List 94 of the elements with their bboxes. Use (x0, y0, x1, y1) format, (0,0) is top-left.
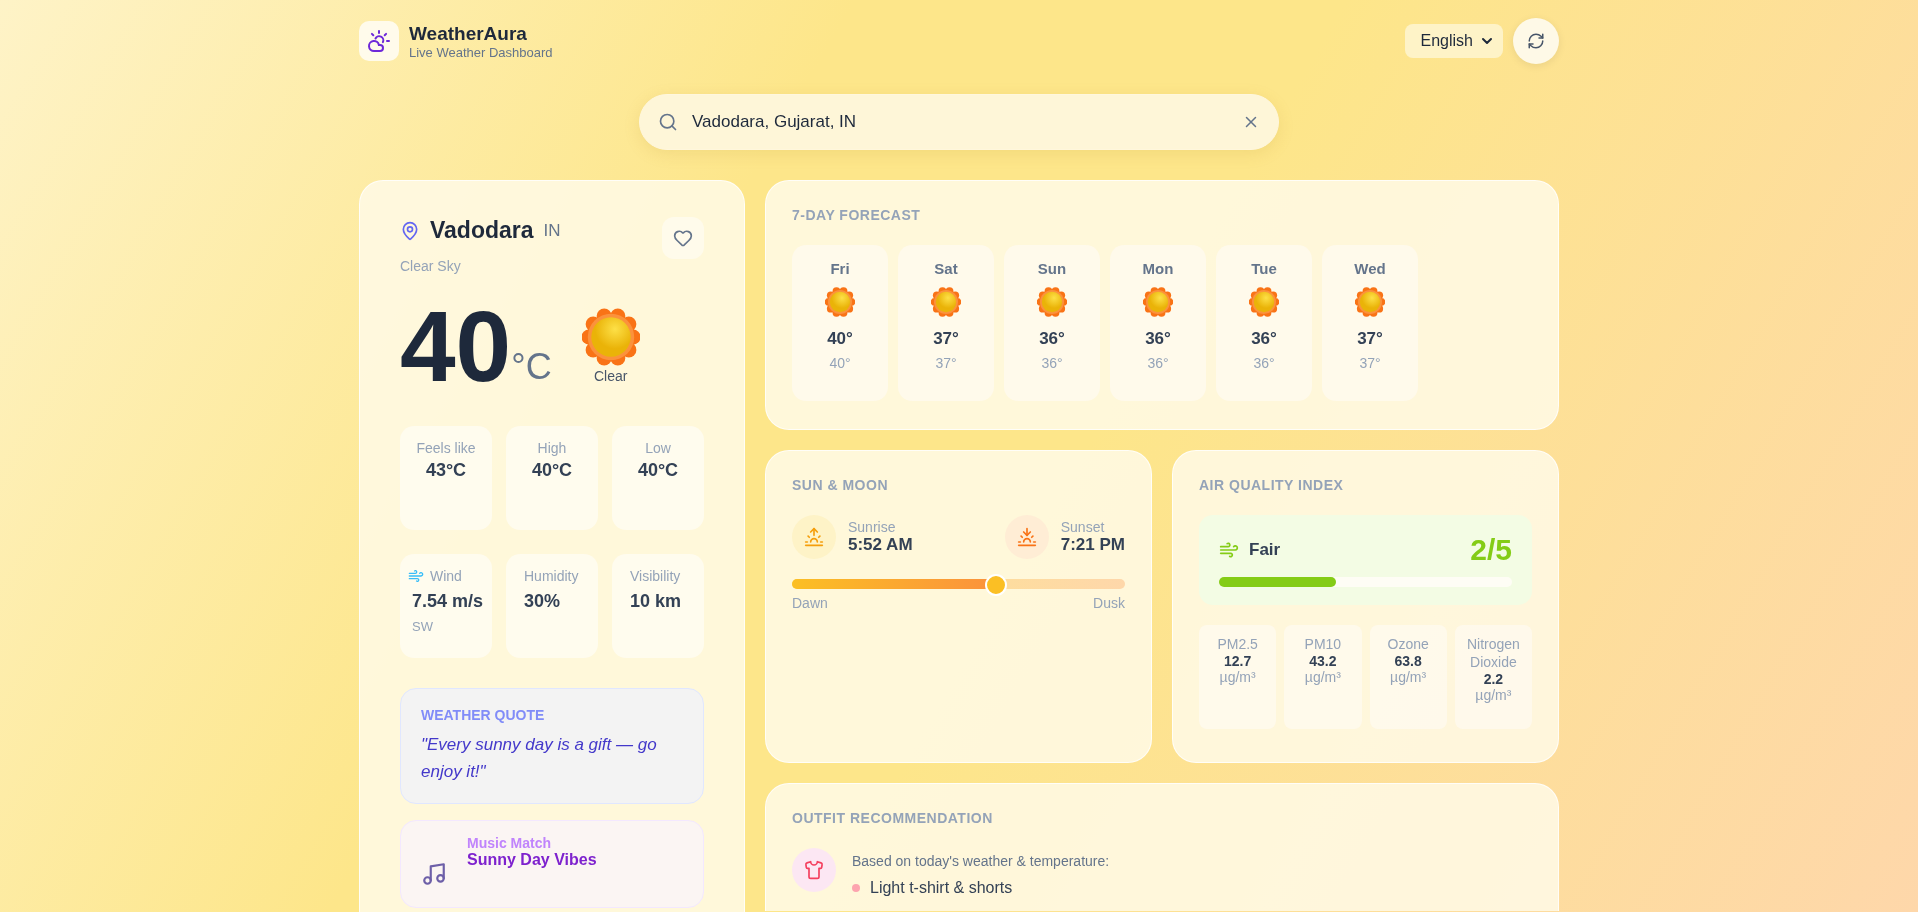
temperature-unit: °C (511, 346, 552, 388)
pollutant-name: PM2.5 (1217, 635, 1258, 654)
stat-label: Feels like (416, 440, 476, 456)
logo-icon (359, 21, 399, 61)
dusk-label: Dusk (1093, 595, 1125, 611)
day-name: Wed (1354, 260, 1386, 277)
day-name: Fri (830, 260, 850, 277)
pollutant-value: 63.8 (1394, 653, 1422, 670)
dawn-label: Dawn (792, 595, 828, 611)
sun-icon (1037, 287, 1067, 317)
stat-value: 43°C (425, 460, 467, 481)
day-low: 40° (829, 355, 851, 371)
sun-icon (1143, 287, 1173, 317)
pollutant-unit: µg/m³ (1475, 687, 1512, 704)
day-name: Mon (1142, 260, 1174, 277)
sun-icon (1249, 287, 1279, 317)
pollutant-unit: µg/m³ (1390, 669, 1427, 686)
daylight-thumb (985, 574, 1008, 596)
pollutant-unit: µg/m³ (1304, 669, 1341, 686)
day-high: 37° (1357, 329, 1383, 349)
detail-value: 10 km (629, 590, 682, 613)
day-high: 36° (1039, 329, 1065, 349)
refresh-button[interactable] (1513, 18, 1559, 64)
pollutant-unit: µg/m³ (1219, 669, 1256, 686)
weather-description: Clear Sky (400, 258, 462, 274)
location-pin-icon (400, 220, 420, 241)
day-low: 37° (935, 355, 957, 371)
sunrise-label: Sunrise (848, 519, 897, 535)
aqi-score: 2/5 (1470, 533, 1512, 567)
pollutant-name: Ozone (1387, 635, 1429, 654)
search-field[interactable]: Vadodara, Gujarat, IN (690, 111, 1230, 133)
day-low: 36° (1253, 355, 1275, 371)
quote-title: WEATHER QUOTE (421, 707, 546, 723)
wind-icon (408, 568, 424, 584)
day-high: 36° (1145, 329, 1171, 349)
detail-value: 7.54 m/s (411, 590, 484, 613)
refresh-icon (1527, 32, 1545, 50)
temperature: 40 (400, 296, 512, 396)
app-tagline: Live Weather Dashboard (409, 44, 553, 60)
sunrise-icon (792, 515, 836, 559)
bullet-dot (852, 884, 860, 892)
sunset-time: 7:21 PM (1060, 535, 1125, 555)
card-title: 7-DAY FORECAST (792, 207, 922, 223)
pollutant-value: 12.7 (1224, 653, 1252, 670)
stat-value: 40°C (531, 460, 573, 481)
quote-text: "Every sunny day is a gift — go enjoy it!" (421, 734, 658, 784)
sun-icon (931, 287, 961, 317)
pollutant-value: 2.2 (1483, 671, 1504, 688)
day-high: 40° (827, 329, 853, 349)
card-title: OUTFIT RECOMMENDATION (792, 810, 994, 826)
day-name: Sat (934, 260, 958, 277)
pollutant-name: PM10 (1304, 635, 1342, 654)
outfit-intro: Based on today's weather & temperature: (852, 853, 1110, 869)
shirt-icon (792, 848, 836, 892)
music-track: Sunny Day Vibes (467, 851, 597, 870)
country-code: IN (543, 220, 561, 241)
day-low: 37° (1359, 355, 1381, 371)
search-icon (658, 112, 678, 132)
heart-icon (673, 228, 693, 248)
sunrise-time: 5:52 AM (848, 535, 913, 555)
sun-icon (825, 287, 855, 317)
sun-icon (581, 308, 640, 366)
day-high: 37° (933, 329, 959, 349)
favorite-button[interactable] (662, 217, 704, 259)
city-name: Vadodara (430, 217, 534, 244)
card-title: AIR QUALITY INDEX (1199, 477, 1345, 493)
search-bar[interactable]: Vadodara, Gujarat, IN (639, 94, 1279, 150)
detail-label: Visibility (629, 568, 681, 584)
detail-value: 30% (523, 590, 561, 613)
app-title: WeatherAura (409, 22, 528, 45)
outfit-item: Light t-shirt & shorts (870, 879, 1013, 897)
day-low: 36° (1147, 355, 1169, 371)
day-high: 36° (1251, 329, 1277, 349)
day-name: Tue (1251, 260, 1277, 277)
wind-icon (1219, 540, 1239, 560)
music-title: Music Match (467, 835, 552, 852)
sunset-label: Sunset (1060, 519, 1106, 535)
condition-label: Clear (593, 368, 628, 384)
card-title: SUN & MOON (792, 477, 889, 493)
wind-direction: SW (411, 619, 433, 634)
language-select[interactable]: English (1404, 24, 1503, 58)
stat-value: 40°C (637, 460, 679, 481)
pollutant-name: Nitrogen Dioxide (1465, 635, 1521, 672)
stat-label: High (537, 440, 567, 456)
music-note-icon (421, 861, 447, 888)
day-name: Sun (1037, 260, 1067, 277)
stat-label: Low (645, 440, 671, 456)
day-low: 36° (1041, 355, 1063, 371)
detail-label: Humidity (523, 568, 579, 584)
detail-label: Wind (430, 568, 462, 584)
pollutant-value: 43.2 (1309, 653, 1337, 670)
sunset-icon (1004, 515, 1049, 559)
sun-icon (1355, 287, 1385, 317)
aqi-label: Fair (1249, 540, 1281, 560)
